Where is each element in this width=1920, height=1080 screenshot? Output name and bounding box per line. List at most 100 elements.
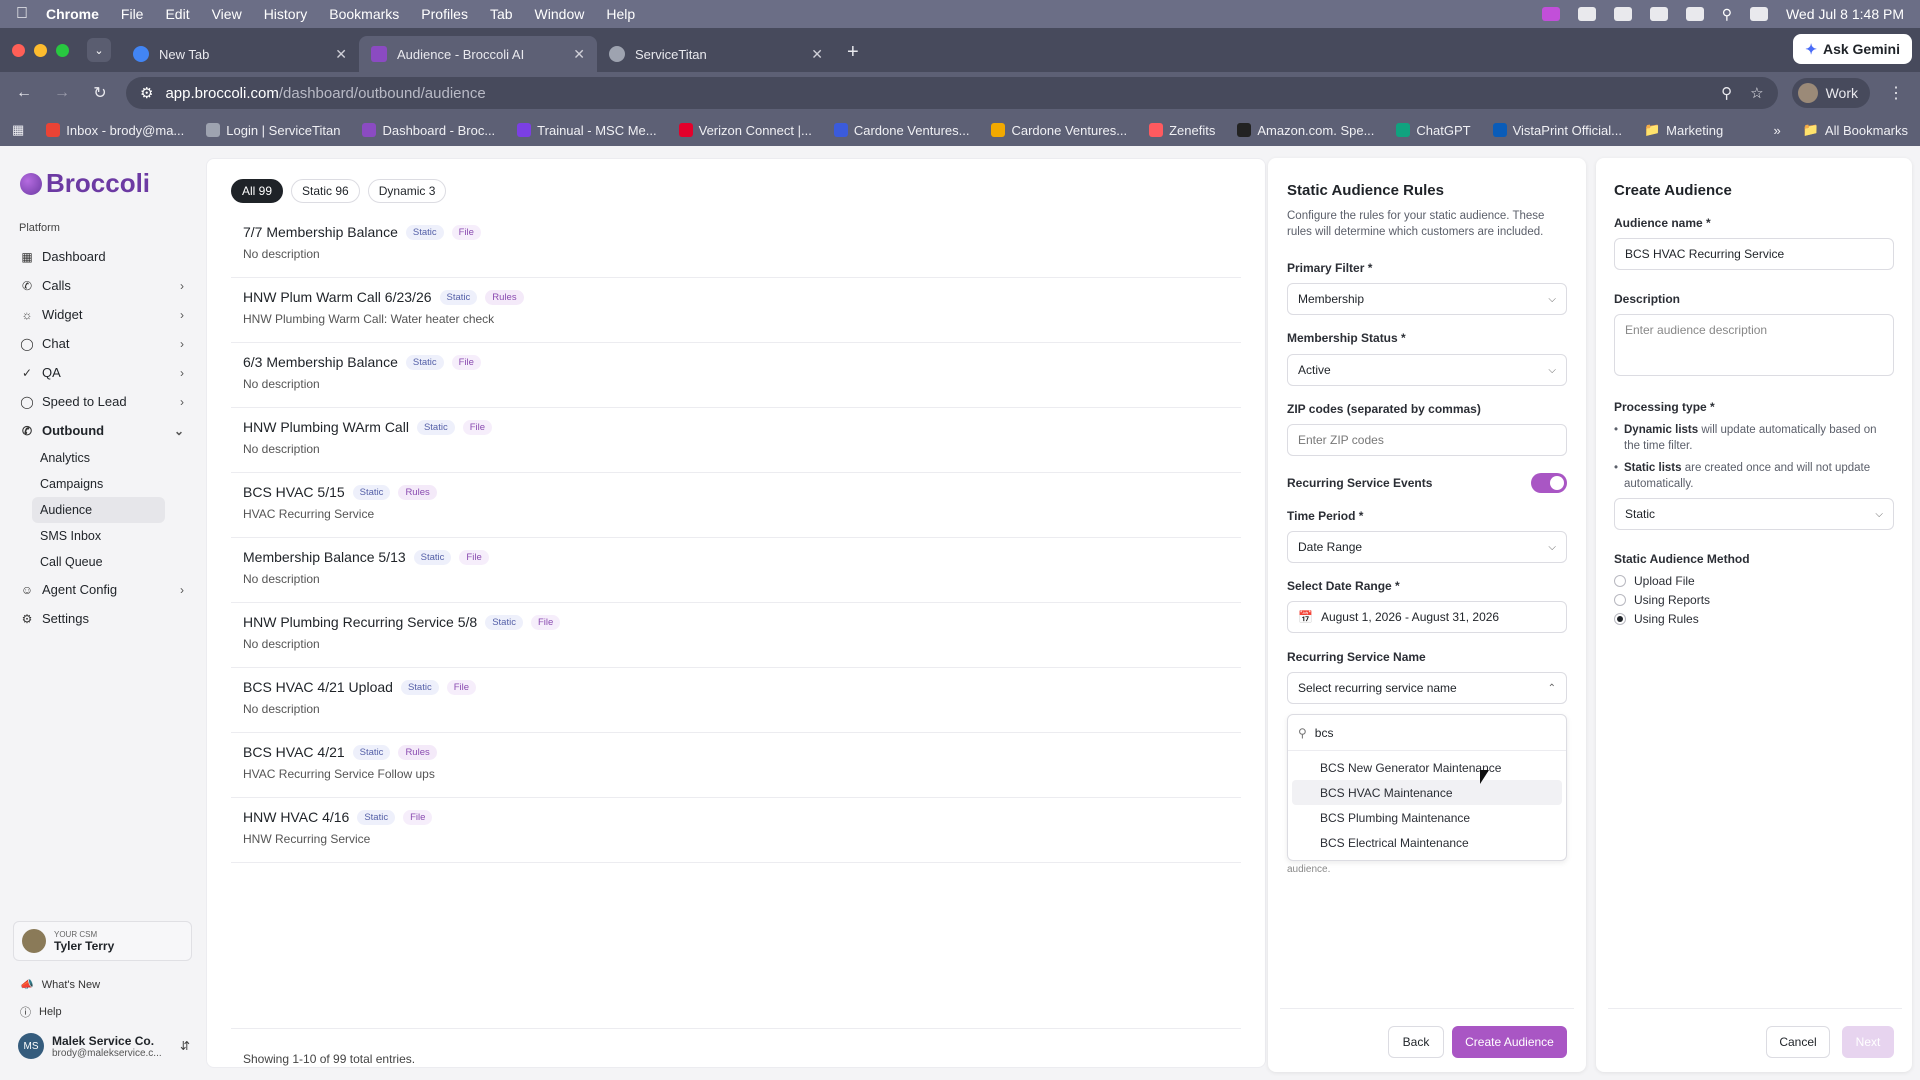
bookmark-item[interactable]: Cardone Ventures... bbox=[991, 123, 1127, 138]
audience-row[interactable]: 6/3 Membership Balance Static File No descr… bbox=[231, 343, 1241, 408]
audience-row[interactable]: HNW HVAC 4/16 Static File HNW Recurring Ser… bbox=[231, 798, 1241, 863]
bookmark-item[interactable]: ChatGPT bbox=[1396, 123, 1471, 138]
maximize-window-icon[interactable] bbox=[56, 43, 69, 57]
audience-row[interactable]: BCS HVAC 4/21 Static Rules HVAC Recurring S… bbox=[231, 733, 1241, 798]
bookmark-item[interactable]: Zenefits bbox=[1149, 123, 1215, 138]
sidebar-item-dashboard[interactable]: ▦ Dashboard bbox=[12, 242, 192, 271]
menu-view[interactable]: View bbox=[212, 6, 242, 22]
tab-search-button[interactable]: ⌄ bbox=[87, 38, 111, 62]
audience-row[interactable]: HNW Plum Warm Call 6/23/26 Static Rules HNW… bbox=[231, 278, 1241, 343]
sidebar-subitem-call-queue[interactable]: Call Queue bbox=[32, 549, 192, 575]
recurring-service-name-select[interactable]: Select recurring service name ⌃ bbox=[1287, 672, 1567, 704]
audience-name-input[interactable]: BCS HVAC Recurring Service bbox=[1614, 238, 1894, 270]
reload-icon[interactable]: ↻ bbox=[88, 83, 112, 103]
close-tab-icon[interactable]: ✕ bbox=[811, 46, 823, 63]
apps-grid-icon[interactable]: ▦ bbox=[12, 122, 24, 138]
screen-share-icon[interactable] bbox=[1541, 7, 1560, 21]
zip-codes-input[interactable]: Enter ZIP codes bbox=[1287, 424, 1567, 456]
bookmark-item[interactable]: Login | ServiceTitan bbox=[206, 123, 340, 138]
zoom-icon[interactable]: ⚲ bbox=[1721, 84, 1732, 102]
sidebar-item-settings[interactable]: ⚙ Settings bbox=[12, 604, 192, 633]
processing-type-select[interactable]: Static ⌵ bbox=[1614, 498, 1894, 530]
new-tab-plus-icon[interactable]: + bbox=[847, 41, 859, 64]
filter-pill-static[interactable]: Static 96 bbox=[291, 179, 360, 203]
menu-tab[interactable]: Tab bbox=[490, 6, 513, 22]
close-tab-icon[interactable]: ✕ bbox=[573, 46, 585, 63]
time-period-select[interactable]: Date Range ⌵ bbox=[1287, 531, 1567, 563]
csm-card[interactable]: YOUR CSM Tyler Terry bbox=[13, 921, 192, 961]
bookmark-folder[interactable]: 📁 Marketing bbox=[1644, 122, 1723, 138]
all-bookmarks-button[interactable]: 📁 All Bookmarks bbox=[1803, 122, 1908, 138]
sidebar-subitem-sms-inbox[interactable]: SMS Inbox bbox=[32, 523, 192, 549]
wifi-icon[interactable] bbox=[1685, 7, 1704, 21]
audience-name[interactable]: BCS HVAC 4/21 Upload bbox=[243, 679, 393, 695]
browser-tab-new-tab[interactable]: New Tab ✕ bbox=[121, 36, 359, 72]
sidebar-item-widget[interactable]: ☼ Widget › bbox=[12, 300, 192, 329]
audience-name[interactable]: HNW Plumbing Recurring Service 5/8 bbox=[243, 614, 477, 630]
profile-button[interactable]: Work bbox=[1791, 78, 1870, 108]
menu-app-name[interactable]: Chrome bbox=[46, 6, 99, 22]
audience-name[interactable]: HNW Plumbing WArm Call bbox=[243, 419, 409, 435]
sidebar-subitem-campaigns[interactable]: Campaigns bbox=[32, 471, 192, 497]
menu-help[interactable]: Help bbox=[606, 6, 635, 22]
method-radio-using-rules[interactable]: Using Rules bbox=[1614, 612, 1699, 626]
bookmark-item[interactable]: Inbox - brody@ma... bbox=[46, 123, 184, 138]
more-menu-icon[interactable]: ⋮ bbox=[1884, 83, 1908, 103]
date-range-picker[interactable]: 📅 August 1, 2026 - August 31, 2026 bbox=[1287, 601, 1567, 633]
audience-name[interactable]: HNW HVAC 4/16 bbox=[243, 809, 349, 825]
minimize-window-icon[interactable] bbox=[34, 43, 47, 57]
dropdown-option[interactable]: BCS HVAC Maintenance bbox=[1292, 780, 1562, 805]
bookmark-item[interactable]: Verizon Connect |... bbox=[678, 123, 812, 138]
audience-row[interactable]: HNW Plumbing WArm Call Static File No descr… bbox=[231, 408, 1241, 473]
help-link[interactable]: ⓘ Help bbox=[20, 1004, 62, 1020]
site-info-icon[interactable]: ⚙ bbox=[140, 84, 153, 102]
cancel-button[interactable]: Cancel bbox=[1766, 1026, 1830, 1058]
menu-history[interactable]: History bbox=[264, 6, 308, 22]
bookmarks-overflow-icon[interactable]: » bbox=[1774, 123, 1781, 138]
audience-row[interactable]: 7/7 Membership Balance Static File No descr… bbox=[231, 213, 1241, 278]
bookmark-item[interactable]: VistaPrint Official... bbox=[1492, 123, 1622, 138]
menu-profiles[interactable]: Profiles bbox=[421, 6, 468, 22]
sidebar-item-outbound[interactable]: ✆ Outbound ⌄ bbox=[12, 416, 192, 445]
sidebar-item-qa[interactable]: ✓ QA › bbox=[12, 358, 192, 387]
next-button[interactable]: Next bbox=[1842, 1026, 1894, 1058]
back-arrow-icon[interactable]: ← bbox=[12, 84, 36, 102]
audience-name[interactable]: BCS HVAC 4/21 bbox=[243, 744, 345, 760]
spotlight-icon[interactable]: ⚲ bbox=[1722, 6, 1732, 23]
broccoli-logo[interactable]: Broccoli bbox=[20, 168, 150, 199]
method-radio-using-reports[interactable]: Using Reports bbox=[1614, 593, 1710, 607]
whats-new-link[interactable]: 📣 What's New bbox=[20, 978, 100, 992]
bookmark-item[interactable]: Trainual - MSC Me... bbox=[517, 123, 657, 138]
battery-icon[interactable] bbox=[1649, 7, 1668, 21]
menu-file[interactable]: File bbox=[121, 6, 144, 22]
menu-edit[interactable]: Edit bbox=[165, 6, 189, 22]
control-center-icon[interactable] bbox=[1749, 7, 1768, 21]
sidebar-item-agent-config[interactable]: ☺ Agent Config › bbox=[12, 575, 192, 604]
sidebar-item-calls[interactable]: ✆ Calls › bbox=[12, 271, 192, 300]
address-bar[interactable]: ⚙ app.broccoli.com/dashboard/outbound/au… bbox=[126, 77, 1778, 109]
create-audience-button[interactable]: Create Audience bbox=[1452, 1026, 1567, 1058]
grammarly-icon[interactable] bbox=[1577, 7, 1596, 21]
forward-arrow-icon[interactable]: → bbox=[50, 84, 74, 102]
close-window-icon[interactable] bbox=[12, 43, 25, 57]
account-switcher[interactable]: MS Malek Service Co. brody@malekservice.… bbox=[18, 1033, 190, 1059]
filter-pill-all[interactable]: All 99 bbox=[231, 179, 284, 203]
menu-clock[interactable]: Wed Jul 8 1:48 PM bbox=[1786, 6, 1904, 22]
sidebar-item-chat[interactable]: ◯ Chat › bbox=[12, 329, 192, 358]
audience-row[interactable]: BCS HVAC 5/15 Static Rules HVAC Recurring S… bbox=[231, 473, 1241, 538]
dropdown-option[interactable]: BCS New Generator Maintenance bbox=[1292, 755, 1562, 780]
menu-bookmarks[interactable]: Bookmarks bbox=[329, 6, 399, 22]
bookmark-item[interactable]: Dashboard - Broc... bbox=[362, 123, 495, 138]
audience-name[interactable]: 6/3 Membership Balance bbox=[243, 354, 398, 370]
primary-filter-select[interactable]: Membership ⌵ bbox=[1287, 283, 1567, 315]
menu-window[interactable]: Window bbox=[535, 6, 585, 22]
sidebar-subitem-audience[interactable]: Audience bbox=[32, 497, 165, 523]
description-textarea[interactable]: Enter audience description bbox=[1614, 314, 1894, 376]
recurring-service-events-toggle[interactable] bbox=[1531, 473, 1567, 493]
apple-icon[interactable]:  bbox=[16, 5, 28, 23]
audience-row[interactable]: Membership Balance 5/13 Static File No desc… bbox=[231, 538, 1241, 603]
browser-tab-audience[interactable]: Audience - Broccoli AI ✕ bbox=[359, 36, 597, 72]
dropdown-option[interactable]: BCS Plumbing Maintenance bbox=[1292, 805, 1562, 830]
browser-tab-servicetitan[interactable]: ServiceTitan ✕ bbox=[597, 36, 835, 72]
audience-name[interactable]: BCS HVAC 5/15 bbox=[243, 484, 345, 500]
